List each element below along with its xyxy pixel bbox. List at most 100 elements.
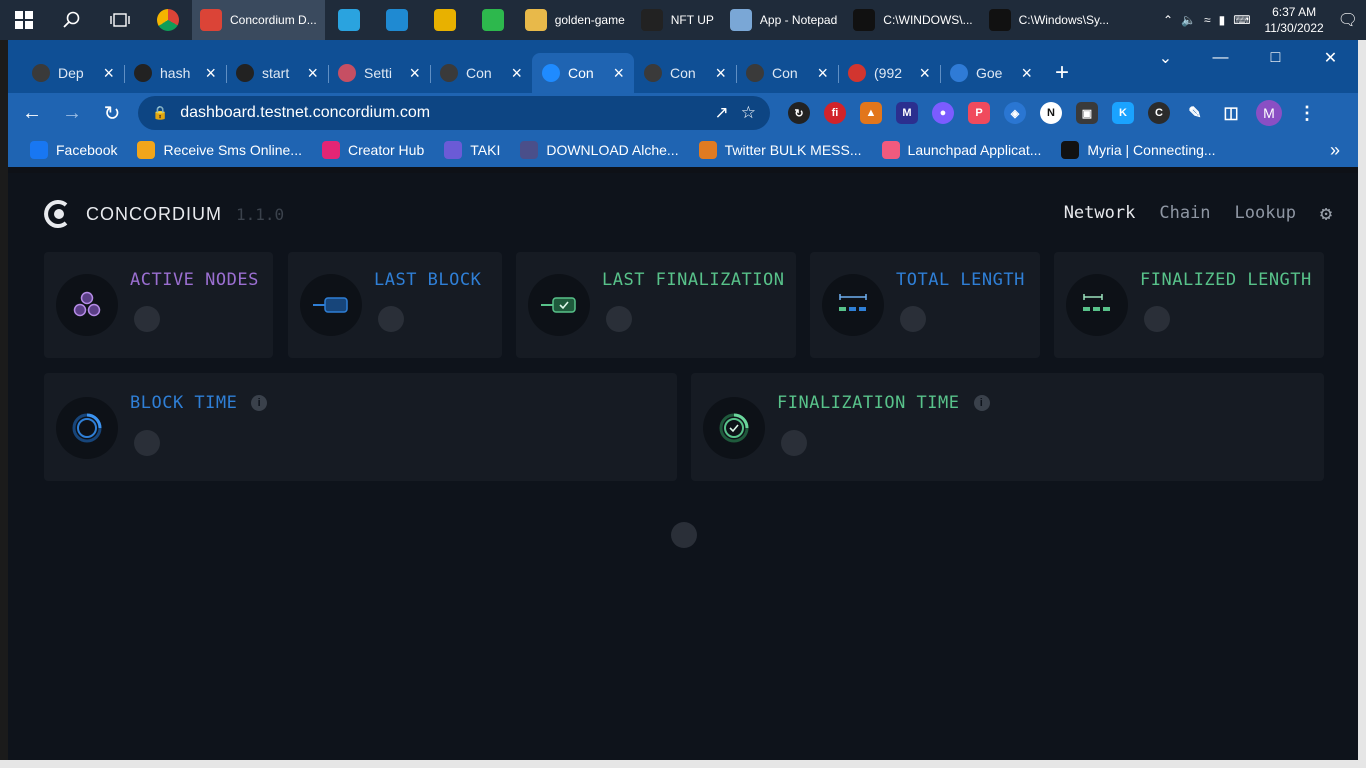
address-bar[interactable]: 🔒 dashboard.testnet.concordium.com ↗ ☆ <box>138 96 770 130</box>
extension-p-icon[interactable]: P <box>968 102 990 124</box>
bookmark-item[interactable]: Launchpad Applicat... <box>874 141 1050 159</box>
nav-chain[interactable]: Chain <box>1159 203 1210 223</box>
brand[interactable]: CONCORDIUM 1.1.0 <box>44 199 284 229</box>
bookmark-item[interactable]: Facebook <box>22 141 125 159</box>
card-block-time: BLOCK TIME i <box>44 373 677 481</box>
extension-ghost-icon[interactable]: ● <box>932 102 954 124</box>
taskbar-app-label: C:\WINDOWS\... <box>883 13 973 27</box>
extension-nj-icon[interactable]: N <box>1040 102 1062 124</box>
profile-avatar[interactable]: M <box>1256 100 1282 126</box>
bookmarks-overflow-icon[interactable]: » <box>1330 140 1340 161</box>
taskbar-app[interactable] <box>373 0 421 40</box>
bookmark-item[interactable]: Receive Sms Online... <box>129 141 310 159</box>
share-icon[interactable]: ↗ <box>715 103 729 123</box>
taskbar-chrome-pinned[interactable] <box>144 0 192 40</box>
bookmark-item[interactable]: Myria | Connecting... <box>1053 141 1223 159</box>
close-tab-icon[interactable]: × <box>103 63 114 84</box>
search-button[interactable] <box>48 0 96 40</box>
taskbar-app[interactable] <box>469 0 517 40</box>
close-tab-icon[interactable]: × <box>511 63 522 84</box>
battery-icon[interactable]: ▮ <box>1219 13 1226 27</box>
github-icon <box>236 64 254 82</box>
myria-icon <box>1061 141 1080 159</box>
card-title-text: BLOCK TIME <box>130 393 238 413</box>
volume-icon[interactable]: 🔈 <box>1181 13 1196 27</box>
taskbar-app[interactable]: Concordium D... <box>192 0 325 40</box>
maximize-button[interactable]: □ <box>1248 40 1303 76</box>
extension-camera-icon[interactable]: ▣ <box>1076 102 1098 124</box>
info-icon[interactable]: i <box>251 395 268 411</box>
new-tab-button[interactable]: + <box>1042 53 1082 93</box>
taskbar-app[interactable]: C:\Windows\Sy... <box>981 0 1117 40</box>
browser-tab[interactable]: Setti × <box>328 53 430 93</box>
browser-tab[interactable]: Dep × <box>22 53 124 93</box>
close-tab-icon[interactable]: × <box>715 63 726 84</box>
extension-m-icon[interactable]: M <box>896 102 918 124</box>
close-tab-icon[interactable]: × <box>409 63 420 84</box>
wifi-icon[interactable]: ≈ <box>1204 13 1211 27</box>
close-tab-icon[interactable]: × <box>1021 63 1032 84</box>
card-title: FINALIZED LENGTH <box>1140 270 1312 290</box>
bookmark-item[interactable]: TAKI <box>436 141 508 159</box>
taskbar-app[interactable] <box>421 0 469 40</box>
url-text[interactable]: dashboard.testnet.concordium.com <box>180 104 702 122</box>
lock-icon[interactable]: 🔒 <box>152 105 168 121</box>
browser-tab[interactable]: hash × <box>124 53 226 93</box>
chevron-up-icon[interactable]: ⌃ <box>1163 13 1173 27</box>
nav-network[interactable]: Network <box>1064 203 1136 223</box>
start-button[interactable] <box>0 0 48 40</box>
extension-k-icon[interactable]: K <box>1112 102 1134 124</box>
bookmark-star-icon[interactable]: ☆ <box>741 103 756 123</box>
forward-button[interactable]: → <box>54 95 90 131</box>
close-tab-icon[interactable]: × <box>307 63 318 84</box>
close-tab-icon[interactable]: × <box>613 63 624 84</box>
close-tab-icon[interactable]: × <box>817 63 828 84</box>
extension-fi-icon[interactable]: fi <box>824 102 846 124</box>
keyboard-icon[interactable]: ⌨ <box>1233 13 1250 27</box>
taskbar-app-label: NFT UP <box>670 13 714 27</box>
close-tab-icon[interactable]: × <box>205 63 216 84</box>
browser-tab[interactable]: Goe × <box>940 53 1042 93</box>
reload-button[interactable]: ↻ <box>94 95 130 131</box>
back-button[interactable]: ← <box>14 95 50 131</box>
metamask-icon[interactable]: ▲ <box>860 102 882 124</box>
bookmark-item[interactable]: DOWNLOAD Alche... <box>512 141 686 159</box>
concordium-icon <box>542 64 560 82</box>
minimize-button[interactable]: — <box>1193 40 1248 76</box>
menu-kebab-icon[interactable]: ⋮ <box>1296 102 1318 124</box>
side-panel-icon[interactable]: ◫ <box>1220 102 1242 124</box>
info-icon[interactable]: i <box>973 395 990 411</box>
card-title: FINALIZATION TIME i <box>777 393 990 413</box>
browser-tab[interactable]: start × <box>226 53 328 93</box>
clock[interactable]: 6:37 AM 11/30/2022 <box>1259 4 1330 36</box>
browser-tab[interactable]: (992 × <box>838 53 940 93</box>
taskbar-app[interactable]: golden-game <box>517 0 633 40</box>
extension-concordium-icon[interactable]: C <box>1148 102 1170 124</box>
close-window-button[interactable]: ✕ <box>1303 40 1358 76</box>
notification-icon[interactable]: 🗨 <box>1338 10 1358 30</box>
bookmark-item[interactable]: Creator Hub <box>314 141 432 159</box>
loading-spinner <box>378 306 404 332</box>
browser-tab[interactable]: Con × <box>736 53 838 93</box>
extension-drop-icon[interactable]: ◈ <box>1004 102 1026 124</box>
extensions-puzzle-icon[interactable]: ✎ <box>1184 102 1206 124</box>
tab-title: Con <box>568 65 594 81</box>
loading-spinner <box>781 430 807 456</box>
browser-tab[interactable]: Con × <box>634 53 736 93</box>
tab-search-button[interactable]: ⌄ <box>1138 40 1193 76</box>
tab-title: Goe <box>976 65 1003 81</box>
taskbar-app[interactable] <box>325 0 373 40</box>
taskbar-app-label: golden-game <box>554 13 625 27</box>
taskbar-app[interactable]: App - Notepad <box>722 0 845 40</box>
close-tab-icon[interactable]: × <box>919 63 930 84</box>
settings-gear-icon[interactable]: ⚙ <box>1320 201 1332 225</box>
taskbar-app[interactable]: NFT UP <box>633 0 722 40</box>
extension-sync-icon[interactable]: ↻ <box>788 102 810 124</box>
taskbar-app[interactable]: C:\WINDOWS\... <box>845 0 980 40</box>
task-view-button[interactable] <box>96 0 144 40</box>
browser-tab[interactable]: Con × <box>532 53 634 93</box>
bookmark-item[interactable]: Twitter BULK MESS... <box>691 141 870 159</box>
nav-lookup[interactable]: Lookup <box>1235 203 1296 223</box>
browser-tab[interactable]: Con × <box>430 53 532 93</box>
reload-icon: ↻ <box>103 102 121 125</box>
